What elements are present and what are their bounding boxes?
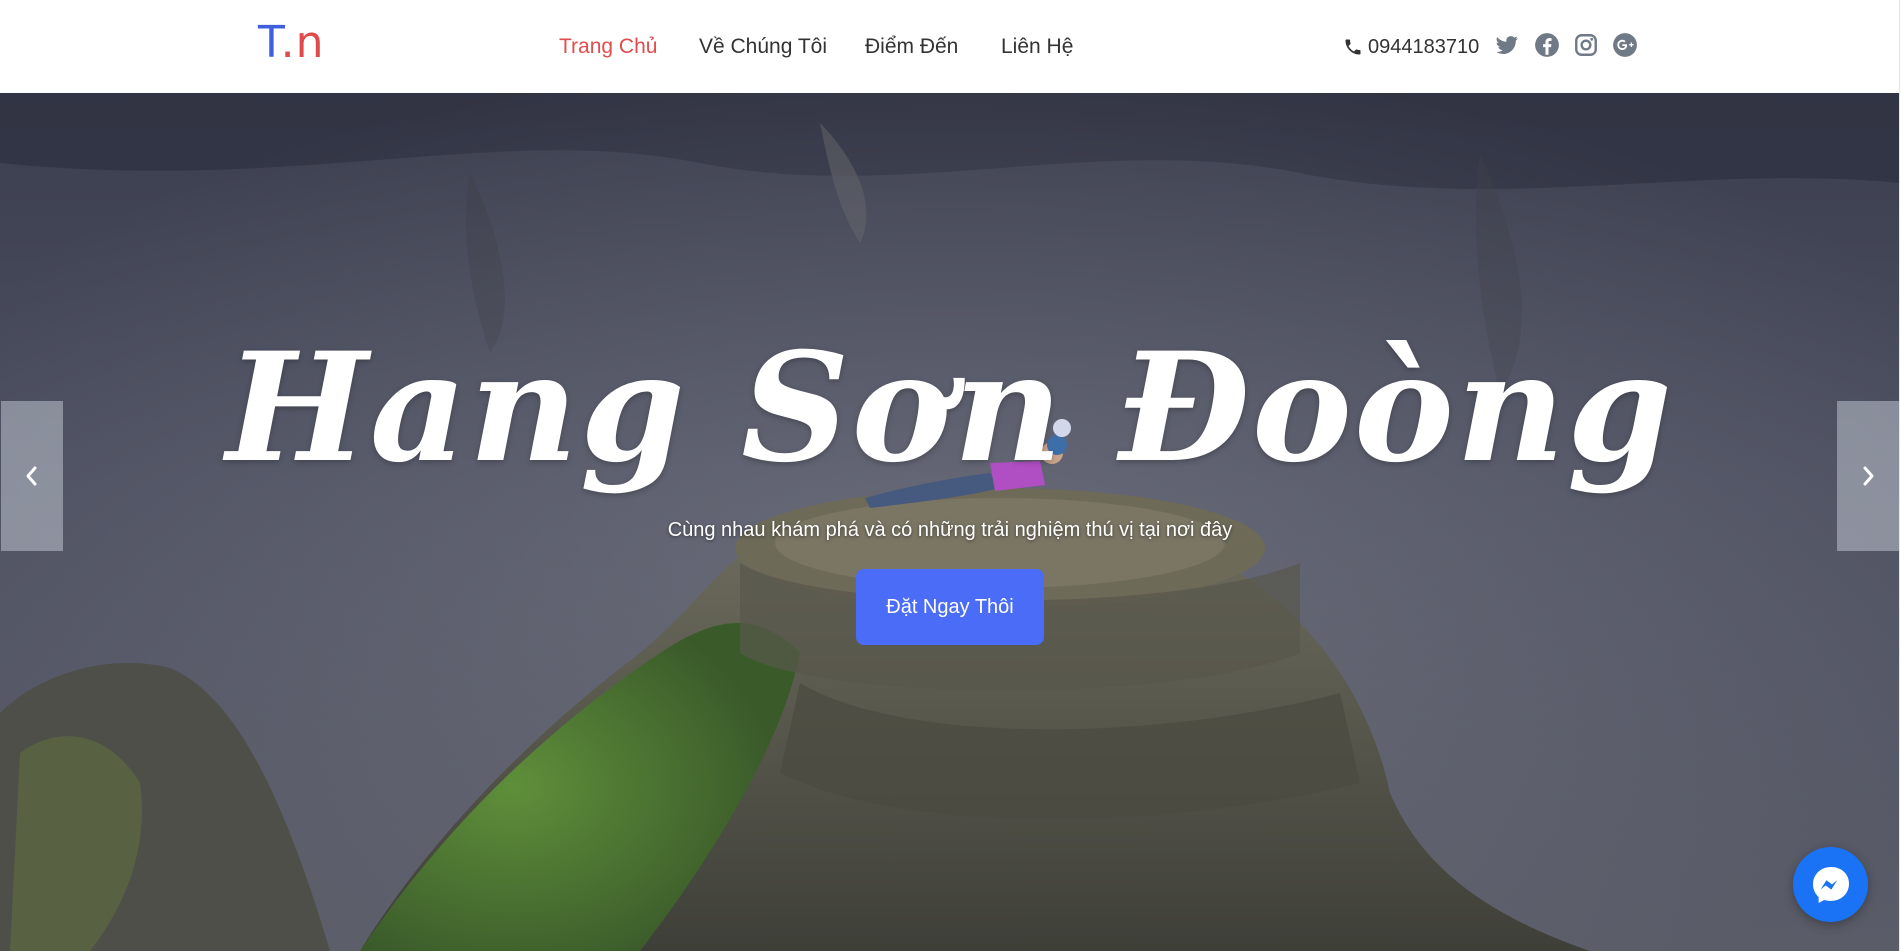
book-now-button[interactable]: Đặt Ngay Thôi [856, 569, 1044, 645]
site-logo[interactable]: T.n [258, 18, 325, 68]
hero-slider: Hang Sơn Đoòng Cùng nhau khám phá và có … [0, 93, 1900, 951]
nav-item-about[interactable]: Về Chúng Tôi [699, 34, 827, 60]
site-header: T.n Trang Chủ Về Chúng Tôi Điểm Đến Liên… [0, 0, 1900, 93]
logo-letter-n: n [295, 17, 325, 68]
logo-letter-t: T [258, 17, 281, 68]
twitter-icon[interactable] [1494, 32, 1520, 58]
phone-number: 0944183710 [1368, 35, 1480, 58]
instagram-icon[interactable] [1573, 32, 1599, 58]
hero-subtitle: Cùng nhau khám phá và có những trải nghi… [667, 519, 1233, 541]
phone-icon [1345, 39, 1361, 55]
contact-phone[interactable]: 0944183710 [1343, 32, 1479, 62]
nav-item-contact[interactable]: Liên Hệ [1001, 34, 1073, 60]
messenger-icon [1812, 866, 1849, 903]
facebook-icon[interactable] [1534, 32, 1560, 58]
logo-dot: . [280, 17, 296, 68]
nav-item-home[interactable]: Trang Chủ [559, 34, 657, 60]
nav-item-destinations[interactable]: Điểm Đến [865, 34, 958, 60]
google-plus-icon[interactable] [1612, 32, 1638, 58]
messenger-chat-button[interactable] [1793, 847, 1868, 922]
hero-title: Hang Sơn Đoòng [226, 320, 1674, 496]
